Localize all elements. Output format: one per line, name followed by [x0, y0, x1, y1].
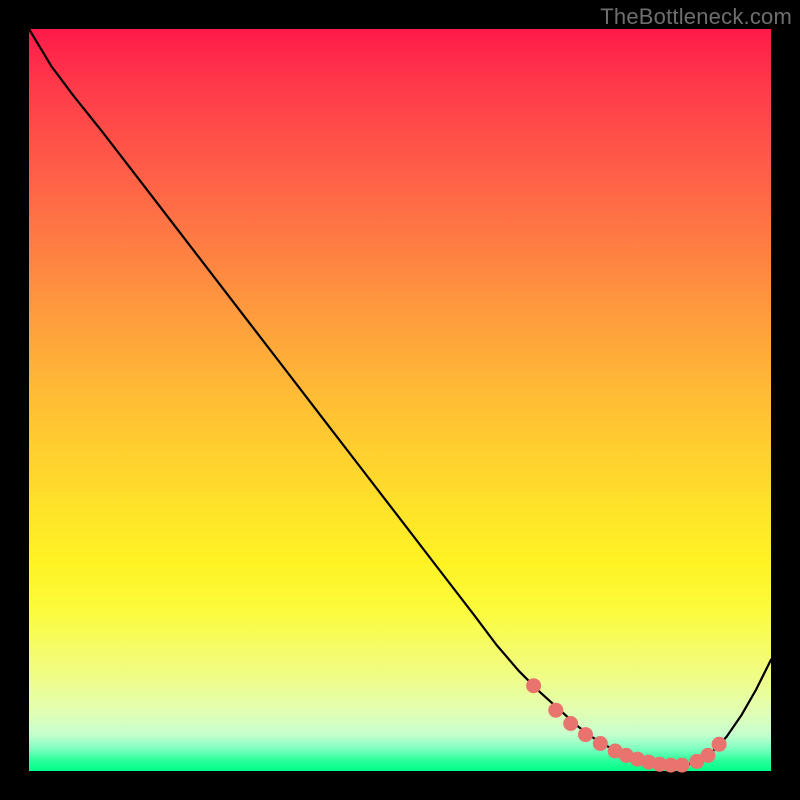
dot [579, 728, 593, 742]
dot [549, 703, 563, 717]
dot [701, 748, 715, 762]
bottleneck-curve [29, 29, 771, 766]
dot [675, 758, 689, 772]
dot [564, 717, 578, 731]
curve-layer [29, 29, 771, 771]
dot [712, 737, 726, 751]
watermark-text: TheBottleneck.com [600, 4, 792, 30]
sweet-spot-dots [527, 679, 727, 772]
dot [527, 679, 541, 693]
dot [593, 737, 607, 751]
chart-frame: TheBottleneck.com [0, 0, 800, 800]
plot-area [29, 29, 771, 771]
